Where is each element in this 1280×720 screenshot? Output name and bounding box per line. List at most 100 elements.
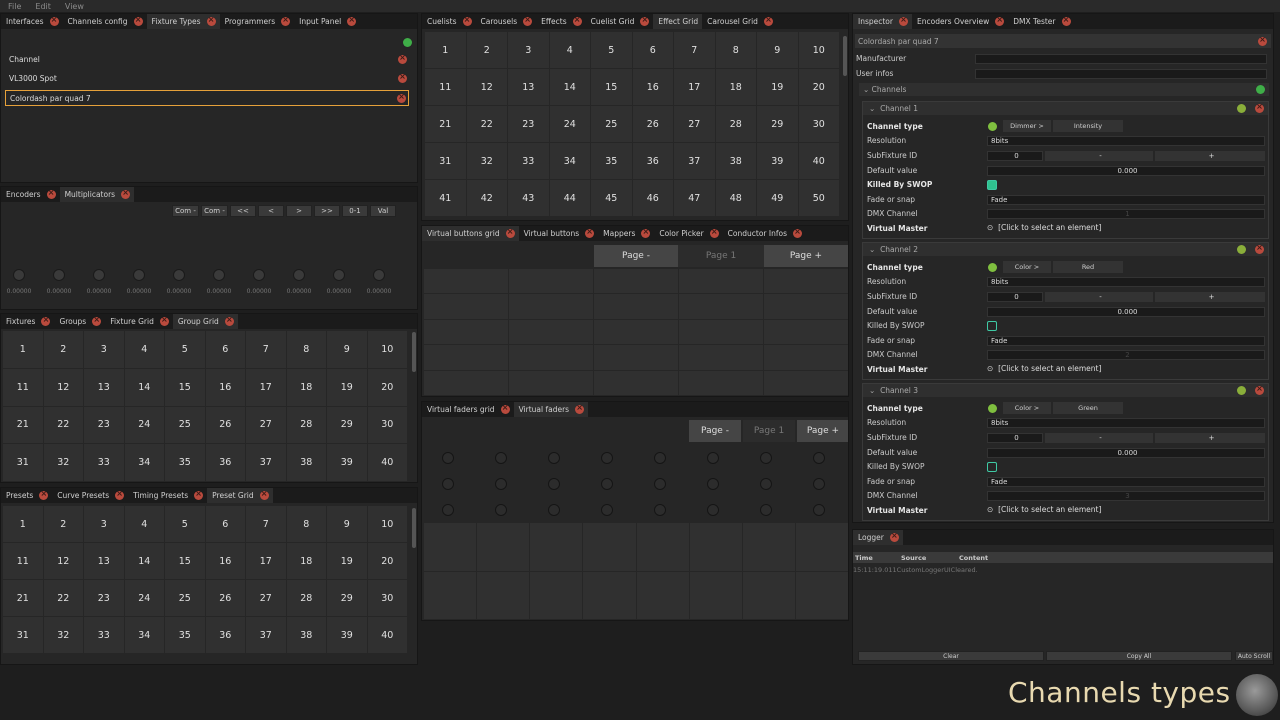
grid-cell[interactable]: 37 (246, 617, 286, 653)
grid-cell[interactable]: 11 (425, 69, 466, 105)
subfixture-minus-button[interactable]: - (1045, 292, 1153, 302)
virtual-button[interactable] (594, 345, 678, 370)
grid-cell[interactable]: 26 (632, 106, 673, 142)
virtual-button[interactable] (509, 269, 593, 294)
grid-cell[interactable]: 46 (632, 180, 673, 216)
grid-cell[interactable]: 25 (165, 406, 205, 444)
tab-cuelists[interactable]: Cuelists (422, 14, 476, 29)
grid-cell[interactable]: 31 (3, 617, 43, 653)
channel-type-value[interactable]: Red (1053, 261, 1123, 273)
tab-programmers[interactable]: Programmers (220, 14, 295, 29)
virtual-fader-cell[interactable] (636, 571, 689, 619)
fader-knob[interactable] (760, 478, 772, 490)
grid-cell[interactable]: 17 (674, 69, 715, 105)
grid-cell[interactable]: 35 (165, 617, 205, 653)
fader-knob[interactable] (707, 478, 719, 490)
grid-cell[interactable]: 1 (3, 506, 43, 542)
grid-cell[interactable]: 35 (591, 143, 632, 179)
close-icon[interactable] (640, 15, 650, 26)
close-icon[interactable] (41, 315, 51, 326)
virtual-fader-cell[interactable] (689, 571, 742, 619)
resolution-select[interactable]: 8bits (987, 277, 1265, 287)
tab-virtual-faders[interactable]: Virtual faders (513, 402, 589, 417)
tab-carousel-grid[interactable]: Carousel Grid (702, 14, 777, 29)
grid-cell[interactable]: 38 (286, 617, 326, 653)
grid-cell[interactable]: 35 (165, 444, 205, 481)
tab-channels-config[interactable]: Channels config (63, 14, 147, 29)
tab-group-grid[interactable]: Group Grid (172, 314, 238, 329)
grid-cell[interactable]: 42 (466, 180, 507, 216)
virtual-button[interactable] (594, 370, 678, 395)
grid-cell[interactable]: 25 (591, 106, 632, 142)
fixture-type-item[interactable]: VL3000 Spot (5, 71, 409, 85)
grid-cell[interactable]: 19 (757, 69, 798, 105)
grid-cell[interactable]: 28 (715, 106, 756, 142)
virtual-fader-cell[interactable] (477, 571, 530, 619)
remove-icon[interactable] (397, 92, 406, 103)
grid-cell[interactable]: 40 (367, 617, 407, 653)
fader-knob[interactable] (813, 504, 825, 516)
grid-cell[interactable]: 5 (591, 32, 632, 68)
default-value-slider[interactable]: 0.000 (987, 307, 1265, 317)
page-plus-button[interactable]: Page + (764, 245, 848, 267)
grid-cell[interactable]: 43 (508, 180, 549, 216)
grid-cell[interactable]: 26 (205, 406, 245, 444)
grid-cell[interactable]: 14 (124, 543, 164, 579)
grid-cell[interactable]: 3 (84, 331, 124, 368)
close-icon[interactable] (49, 15, 59, 26)
grid-cell[interactable]: 11 (3, 368, 43, 406)
fader-knob[interactable] (601, 504, 613, 516)
grid-cell[interactable]: 16 (205, 368, 245, 406)
virtual-button[interactable] (509, 319, 593, 345)
tab-fixture-types[interactable]: Fixture Types (146, 14, 220, 29)
grid-cell[interactable]: 40 (798, 143, 839, 179)
fader-knob[interactable] (495, 452, 507, 464)
killed-by-swop-checkbox[interactable] (987, 321, 997, 331)
grid-cell[interactable]: 27 (674, 106, 715, 142)
subfixture-plus-button[interactable]: + (1155, 151, 1265, 161)
grid-cell[interactable]: 15 (591, 69, 632, 105)
tab-effect-grid[interactable]: Effect Grid (653, 14, 703, 29)
grid-cell[interactable]: 23 (84, 406, 124, 444)
channel-header[interactable]: ⌄ Channel 3 (863, 384, 1268, 397)
fader-knob[interactable] (601, 478, 613, 490)
tab-inspector[interactable]: Inspector (853, 14, 912, 29)
tab-fixture-grid[interactable]: Fixture Grid (105, 314, 173, 329)
remove-icon[interactable] (1255, 384, 1264, 395)
remove-icon[interactable] (1255, 102, 1264, 113)
grid-cell[interactable]: 13 (84, 368, 124, 406)
grid-cell[interactable]: 12 (466, 69, 507, 105)
grid-cell[interactable]: 39 (757, 143, 798, 179)
close-icon[interactable] (585, 227, 595, 238)
manufacturer-input[interactable] (975, 54, 1267, 64)
close-icon[interactable] (115, 489, 125, 500)
encoder-knob[interactable] (373, 269, 385, 281)
grid-cell[interactable]: 30 (367, 580, 407, 616)
grid-cell[interactable]: 1 (425, 32, 466, 68)
menu-edit[interactable]: Edit (35, 2, 51, 11)
virtual-master-target[interactable]: ⊙ [Click to select an element] (987, 364, 1101, 373)
fade-snap-select[interactable]: Fade (987, 336, 1265, 346)
tab-virtual-buttons-grid[interactable]: Virtual buttons grid (422, 226, 519, 241)
grid-cell[interactable]: 24 (549, 106, 590, 142)
dmx-channel-input[interactable]: 3 (987, 491, 1265, 501)
close-icon[interactable] (763, 15, 773, 26)
tab-encoders-overview[interactable]: Encoders Overview (912, 14, 1008, 29)
fade-snap-select[interactable]: Fade (987, 195, 1265, 205)
virtual-button[interactable] (679, 370, 763, 395)
grid-cell[interactable]: 3 (508, 32, 549, 68)
tab-carousels[interactable]: Carousels (476, 14, 537, 29)
close-icon[interactable] (889, 531, 899, 542)
grid-cell[interactable]: 47 (674, 180, 715, 216)
grid-cell[interactable]: 49 (757, 180, 798, 216)
grid-cell[interactable]: 8 (286, 331, 326, 368)
grid-cell[interactable]: 29 (757, 106, 798, 142)
default-value-slider[interactable]: 0.000 (987, 448, 1265, 458)
tab-encoders[interactable]: Encoders (1, 187, 60, 202)
clear-button[interactable]: Clear (858, 651, 1044, 661)
virtual-button[interactable] (424, 319, 508, 345)
grid-cell[interactable]: 4 (124, 331, 164, 368)
add-icon[interactable] (403, 38, 412, 47)
killed-by-swop-checkbox[interactable] (987, 462, 997, 472)
grid-cell[interactable]: 2 (466, 32, 507, 68)
